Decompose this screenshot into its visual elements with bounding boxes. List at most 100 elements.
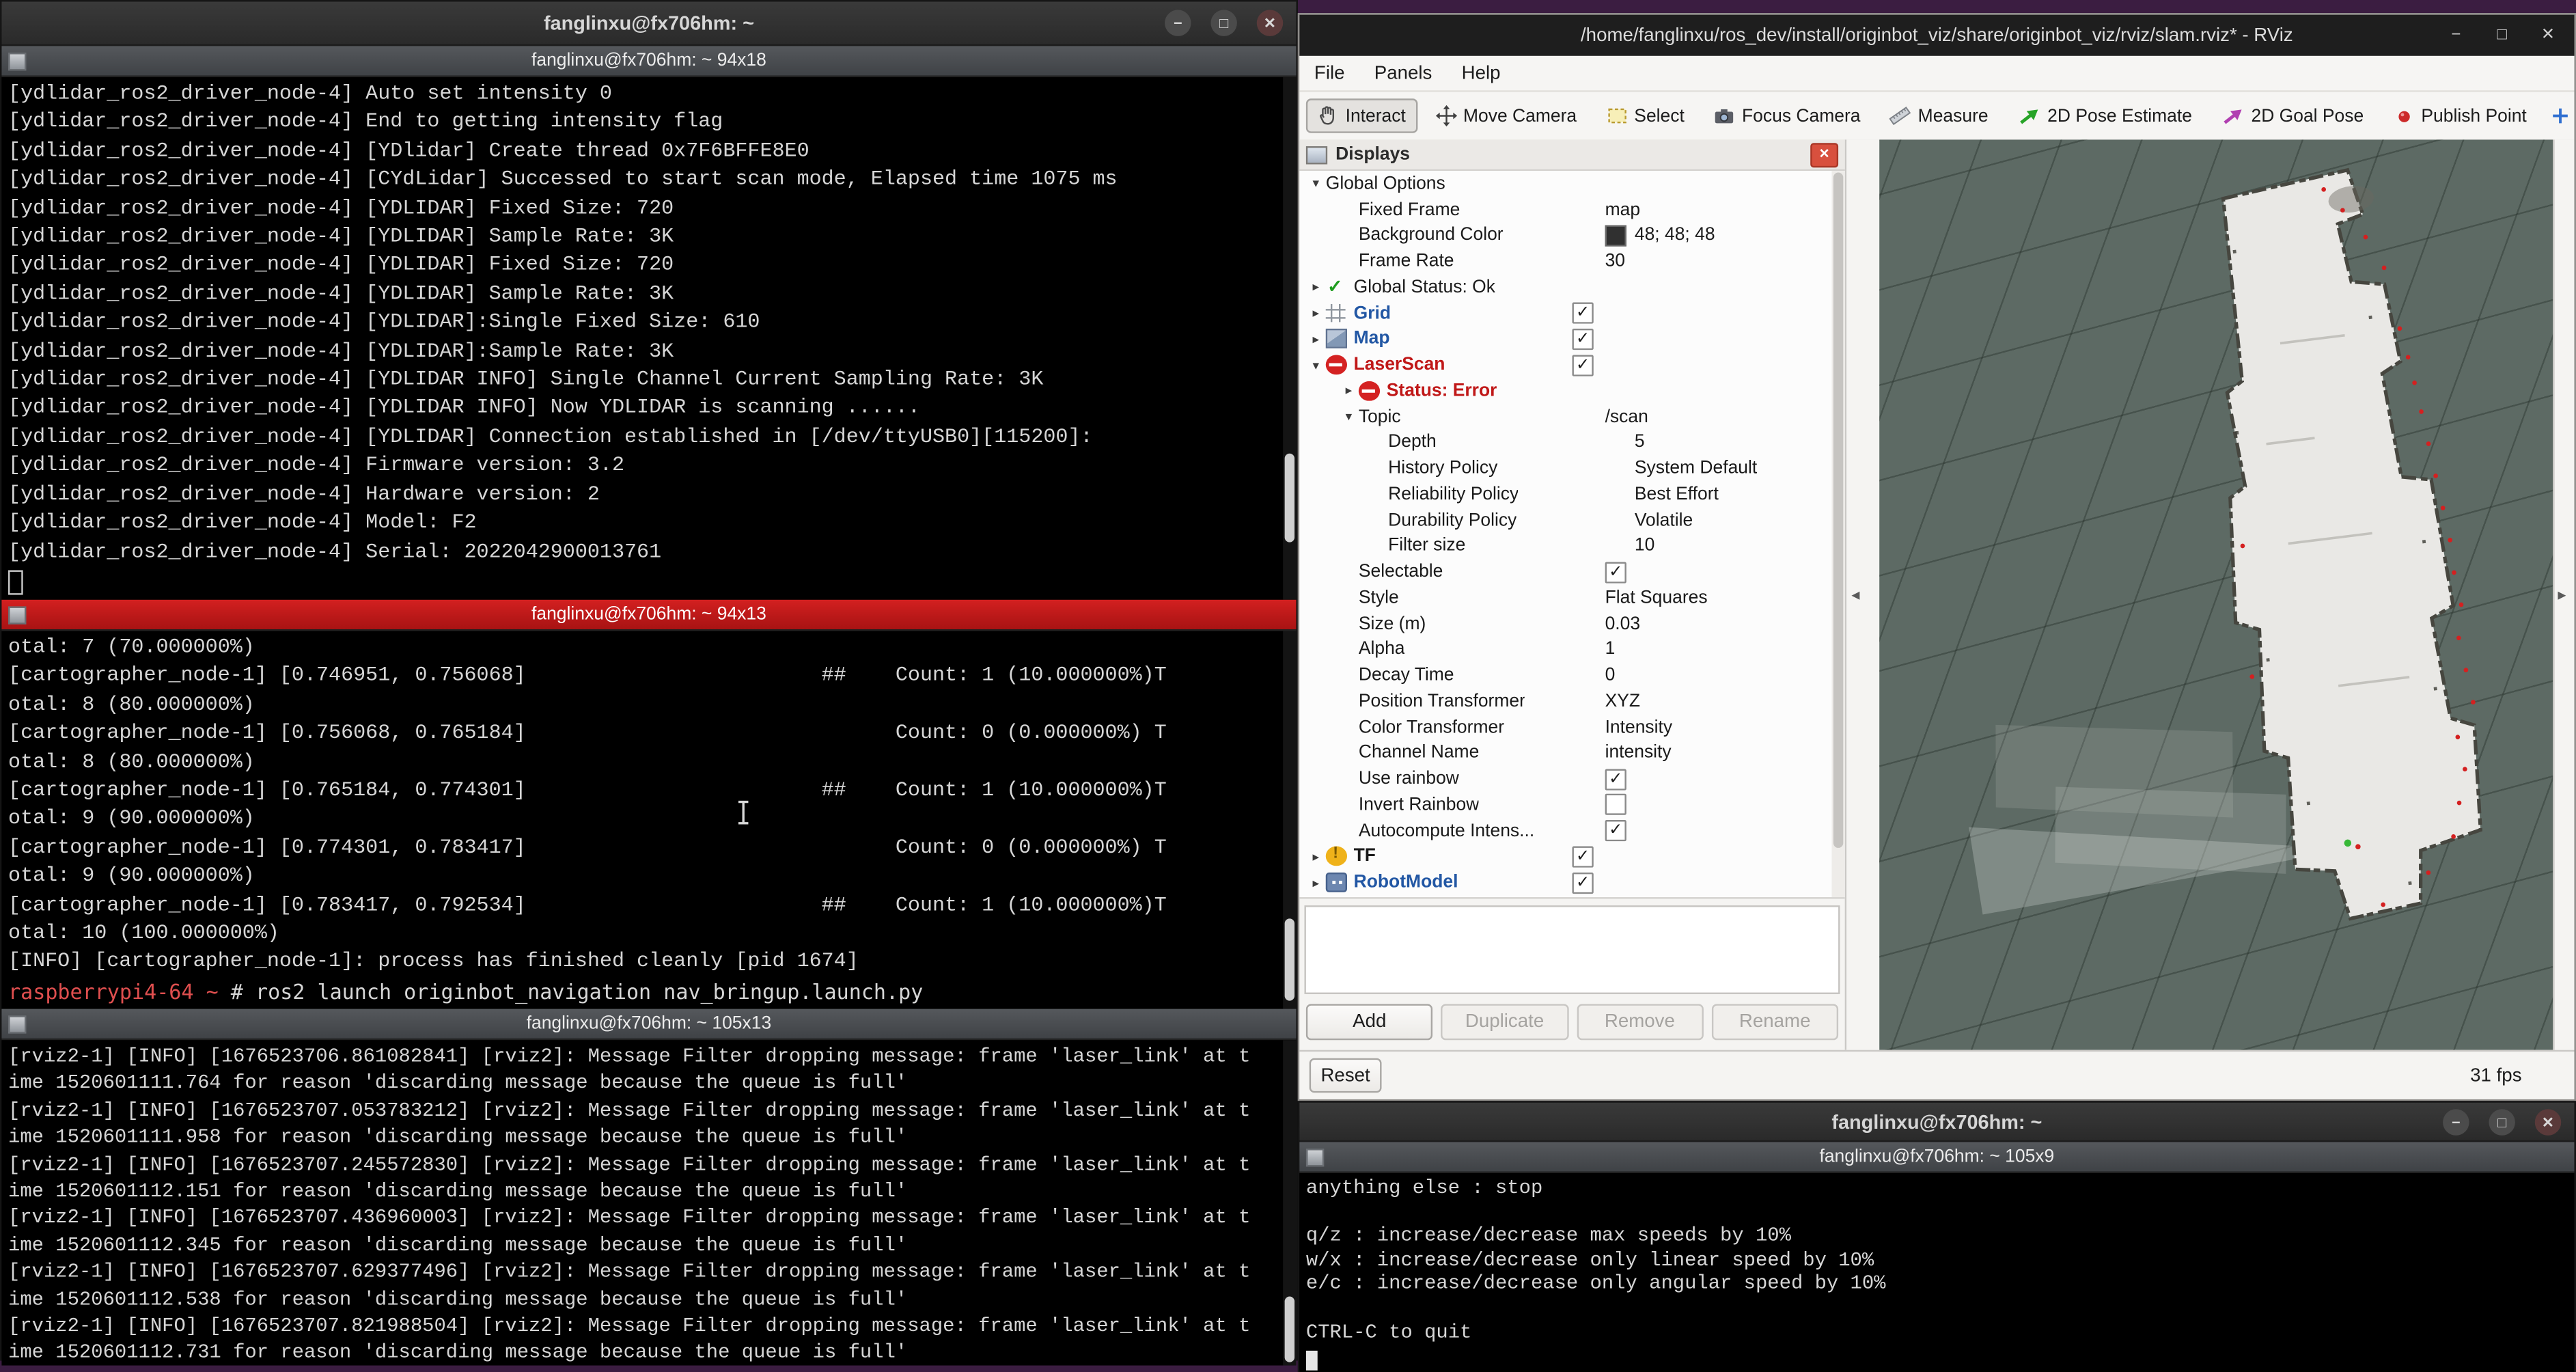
expander-open-icon[interactable]: ▾ bbox=[1339, 409, 1359, 424]
checkbox-checked-icon[interactable]: ✓ bbox=[1605, 820, 1626, 841]
duplicate-display-button[interactable]: Duplicate bbox=[1441, 1004, 1568, 1040]
property-value[interactable]: 0.03 bbox=[1605, 614, 1832, 634]
pane-titlebar[interactable]: fanglinxu@fx706hm: ~ 105x13 bbox=[1, 1009, 1296, 1041]
property-row-depth[interactable]: Depth5 bbox=[1299, 430, 1831, 456]
tool-measure[interactable]: Measure bbox=[1879, 98, 1999, 133]
scrollbar[interactable] bbox=[1283, 77, 1296, 600]
property-value[interactable]: 10 bbox=[1635, 536, 1832, 556]
property-row-robotmodel[interactable]: ▸RobotModel✓ bbox=[1299, 870, 1831, 896]
tool-2d-goal-pose[interactable]: 2D Goal Pose bbox=[2210, 98, 2375, 133]
property-value[interactable]: 1 bbox=[1605, 640, 1832, 659]
pane-group-icon[interactable] bbox=[8, 605, 26, 623]
property-value[interactable]: 0 bbox=[1605, 666, 1832, 685]
property-row-fixed-frame[interactable]: Fixed Framemap bbox=[1299, 197, 1831, 223]
property-row-selectable[interactable]: Selectable✓ bbox=[1299, 559, 1831, 585]
property-value[interactable] bbox=[1605, 794, 1832, 815]
property-row-history-policy[interactable]: History PolicySystem Default bbox=[1299, 456, 1831, 482]
close-icon[interactable] bbox=[1257, 10, 1283, 36]
tool-move-camera[interactable]: Move Camera bbox=[1424, 98, 1588, 133]
property-row-global-status-ok[interactable]: ▸Global Status: Ok bbox=[1299, 275, 1831, 301]
property-row-laserscan[interactable]: ▾LaserScan✓ bbox=[1299, 352, 1831, 378]
minimize-icon[interactable] bbox=[1165, 10, 1191, 36]
property-value[interactable]: ✓ bbox=[1605, 769, 1832, 790]
3d-viewport[interactable] bbox=[1879, 139, 2553, 1049]
maximize-icon[interactable] bbox=[1210, 10, 1236, 36]
reset-button[interactable]: Reset bbox=[1310, 1058, 1382, 1093]
menu-help[interactable]: Help bbox=[1447, 64, 1515, 83]
menu-file[interactable]: File bbox=[1299, 64, 1359, 83]
expander-closed-icon[interactable]: ▸ bbox=[1306, 875, 1326, 890]
property-row-global-options[interactable]: ▾Global Options bbox=[1299, 171, 1831, 197]
property-value[interactable]: Volatile bbox=[1635, 510, 1832, 530]
pane-titlebar-active[interactable]: fanglinxu@fx706hm: ~ 94x13 bbox=[1, 600, 1296, 631]
property-row-tf[interactable]: ▸TF✓ bbox=[1299, 844, 1831, 870]
tree-scrollbar[interactable] bbox=[1831, 171, 1844, 897]
panel-close-icon[interactable] bbox=[1810, 142, 1838, 167]
property-row-topic[interactable]: ▾Topic/scan bbox=[1299, 404, 1831, 430]
property-value[interactable]: intensity bbox=[1605, 743, 1832, 763]
expander-closed-icon[interactable]: ▸ bbox=[1306, 849, 1326, 864]
property-value[interactable]: 5 bbox=[1635, 433, 1832, 452]
property-value[interactable]: ✓ bbox=[1572, 329, 1831, 350]
property-value[interactable]: ✓ bbox=[1605, 562, 1832, 583]
displays-panel-header[interactable]: Displays bbox=[1299, 139, 1844, 171]
property-row-alpha[interactable]: Alpha1 bbox=[1299, 637, 1831, 663]
property-value[interactable]: ✓ bbox=[1605, 820, 1832, 841]
terminal-titlebar[interactable]: fanglinxu@fx706hm: ~ bbox=[1299, 1103, 2574, 1142]
property-row-status-error[interactable]: ▸Status: Error bbox=[1299, 378, 1831, 404]
pane-titlebar[interactable]: fanglinxu@fx706hm: ~ 94x18 bbox=[1, 46, 1296, 77]
property-row-color-transformer[interactable]: Color TransformerIntensity bbox=[1299, 715, 1831, 741]
checkbox-checked-icon[interactable]: ✓ bbox=[1605, 769, 1626, 790]
scrollbar-thumb[interactable] bbox=[1285, 918, 1294, 1002]
property-row-use-rainbow[interactable]: Use rainbow✓ bbox=[1299, 766, 1831, 792]
property-row-grid[interactable]: ▸Grid✓ bbox=[1299, 300, 1831, 326]
add-display-button[interactable]: Add bbox=[1306, 1004, 1433, 1040]
expander-open-icon[interactable]: ▾ bbox=[1306, 357, 1326, 372]
property-row-decay-time[interactable]: Decay Time0 bbox=[1299, 663, 1831, 689]
slam-map[interactable] bbox=[1879, 139, 2553, 1049]
property-value[interactable]: System Default bbox=[1635, 458, 1832, 478]
property-value[interactable]: Flat Squares bbox=[1605, 588, 1832, 608]
property-row-durability-policy[interactable]: Durability PolicyVolatile bbox=[1299, 508, 1831, 534]
maximize-icon[interactable] bbox=[2489, 22, 2515, 48]
checkbox-unchecked-icon[interactable] bbox=[1605, 794, 1626, 815]
property-value[interactable]: Best Effort bbox=[1635, 484, 1832, 504]
menu-panels[interactable]: Panels bbox=[1359, 64, 1447, 83]
property-row-filter-size[interactable]: Filter size10 bbox=[1299, 533, 1831, 559]
collapse-left-icon[interactable]: ◂ bbox=[1851, 587, 1859, 605]
checkbox-checked-icon[interactable]: ✓ bbox=[1572, 303, 1593, 324]
scrollbar-thumb[interactable] bbox=[1285, 454, 1294, 543]
close-icon[interactable] bbox=[2535, 22, 2561, 48]
collapsed-panel-strip[interactable]: ▸ bbox=[2553, 139, 2574, 1049]
checkbox-checked-icon[interactable]: ✓ bbox=[1572, 329, 1593, 350]
checkbox-checked-icon[interactable]: ✓ bbox=[1572, 355, 1593, 376]
expand-right-icon[interactable]: ▸ bbox=[2558, 587, 2566, 605]
scrollbar-thumb[interactable] bbox=[1285, 1297, 1294, 1362]
minimize-icon[interactable] bbox=[2443, 22, 2469, 48]
property-row-map[interactable]: ▸Map✓ bbox=[1299, 326, 1831, 352]
property-value[interactable]: map bbox=[1605, 200, 1832, 219]
close-icon[interactable] bbox=[2535, 1108, 2561, 1134]
tool-interact[interactable]: Interact bbox=[1306, 98, 1417, 133]
expander-closed-icon[interactable]: ▸ bbox=[1306, 306, 1326, 321]
expander-open-icon[interactable]: ▾ bbox=[1306, 176, 1326, 191]
property-value[interactable]: 48; 48; 48 bbox=[1605, 225, 1832, 246]
panel-splitter[interactable]: ◂ bbox=[1846, 139, 1879, 1049]
scrollbar[interactable] bbox=[1283, 1040, 1296, 1365]
property-row-frame-rate[interactable]: Frame Rate30 bbox=[1299, 249, 1831, 275]
pane-titlebar[interactable]: fanglinxu@fx706hm: ~ 105x9 bbox=[1299, 1142, 2574, 1173]
checkbox-checked-icon[interactable]: ✓ bbox=[1572, 872, 1593, 893]
pane-group-icon[interactable] bbox=[1306, 1148, 1324, 1166]
add-tool-button[interactable] bbox=[2538, 98, 2576, 133]
tree-scrollbar-thumb[interactable] bbox=[1833, 173, 1843, 849]
property-value[interactable]: ✓ bbox=[1572, 846, 1831, 867]
tool-focus-camera[interactable]: Focus Camera bbox=[1702, 98, 1872, 133]
property-value[interactable]: ✓ bbox=[1572, 872, 1831, 893]
checkbox-checked-icon[interactable]: ✓ bbox=[1605, 562, 1626, 583]
property-row-invert-rainbow[interactable]: Invert Rainbow bbox=[1299, 792, 1831, 818]
expander-closed-icon[interactable]: ▸ bbox=[1339, 383, 1359, 398]
checkbox-checked-icon[interactable]: ✓ bbox=[1572, 846, 1593, 867]
property-row-position-transformer[interactable]: Position TransformerXYZ bbox=[1299, 689, 1831, 715]
property-value[interactable]: /scan bbox=[1605, 407, 1832, 427]
tool-publish-point[interactable]: Publish Point bbox=[2382, 98, 2538, 133]
